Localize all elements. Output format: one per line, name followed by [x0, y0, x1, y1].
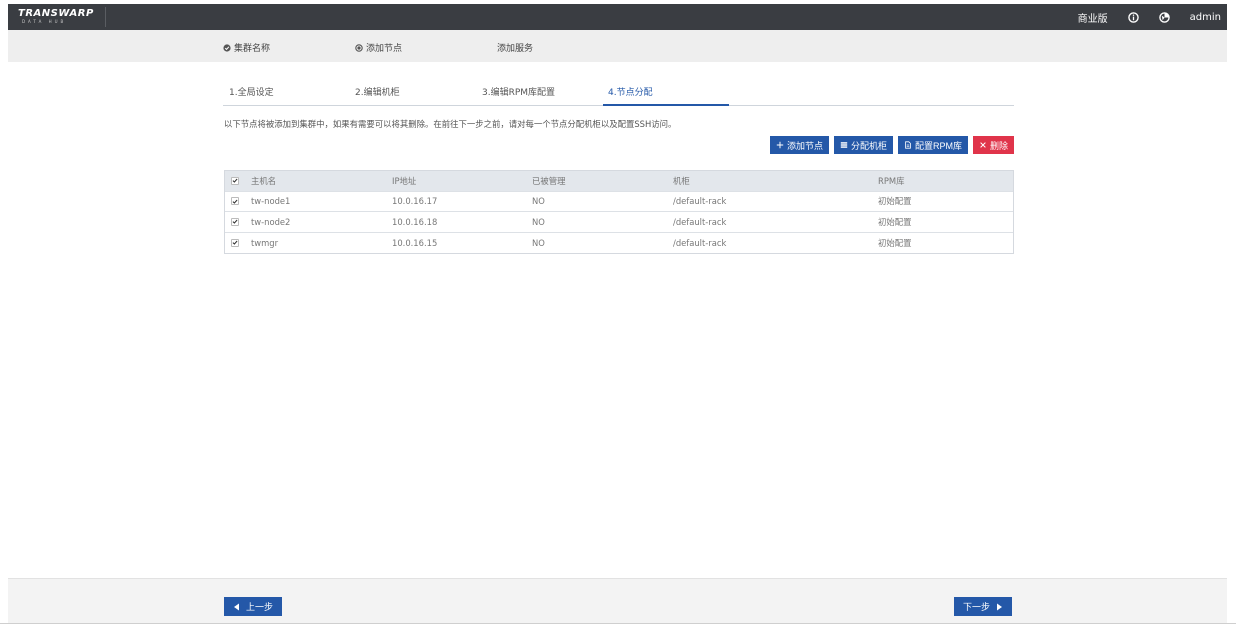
- table-actions: 添加节点 分配机柜 配置RPM库 删除: [769, 136, 1014, 154]
- node-table: 主机名 IP地址 已被管理 机柜 RPM库 tw-node1 10.0.16.1…: [224, 170, 1014, 254]
- step-label: 添加服务: [497, 44, 534, 54]
- prev-step-label: 上一步: [246, 602, 274, 612]
- cell-ip: 10.0.16.18: [392, 216, 438, 227]
- next-step-label: 下一步: [963, 602, 991, 612]
- header-rack[interactable]: 机柜: [673, 171, 690, 191]
- select-all-checkbox[interactable]: [231, 171, 239, 191]
- add-node-button[interactable]: 添加节点: [769, 136, 829, 154]
- cell-rack: /default-rack: [673, 237, 727, 248]
- cell-rack: /default-rack: [673, 216, 727, 227]
- assign-rack-label: 分配机柜: [850, 140, 887, 151]
- edition-label[interactable]: 商业版: [1078, 10, 1108, 25]
- assign-rack-button[interactable]: 分配机柜: [833, 136, 893, 154]
- caret-left-icon: [234, 603, 239, 610]
- navbar-right: 商业版 admin: [1058, 4, 1221, 30]
- table-row[interactable]: tw-node2 10.0.16.18 NO /default-rack 初始配…: [225, 212, 1013, 233]
- config-tabs: 1.全局设定 2.编辑机柜 3.编辑RPM库配置 4.节点分配: [223, 82, 1014, 106]
- cell-rpm: 初始配置: [878, 216, 912, 227]
- cell-managed: NO: [532, 196, 545, 207]
- brand-logo-text: TRANSWARP: [18, 8, 94, 19]
- window-bottom-border: [0, 623, 1236, 624]
- brand-logo[interactable]: TRANSWARP DATA HUB: [18, 8, 94, 25]
- cell-ip: 10.0.16.17: [392, 196, 438, 207]
- tab-node-assignment[interactable]: 4.节点分配: [608, 85, 653, 98]
- brand-logo-subtext: DATA HUB: [22, 19, 67, 24]
- tab-global-settings[interactable]: 1.全局设定: [229, 85, 274, 98]
- list-icon: [840, 142, 848, 148]
- check-circle-icon: [223, 43, 231, 52]
- delete-label: 删除: [989, 140, 1008, 151]
- checkmark-icon: [232, 199, 238, 204]
- instruction-text: 以下节点将被添加到集群中，如果有需要可以将其删除。在前往下一步之前，请对每一个节…: [224, 119, 677, 129]
- tab-edit-rpm[interactable]: 3.编辑RPM库配置: [482, 85, 555, 98]
- prev-step-button[interactable]: 上一步: [224, 597, 283, 616]
- step-label: 集群名称: [234, 44, 271, 54]
- add-node-label: 添加节点: [786, 140, 823, 151]
- config-rpm-button[interactable]: 配置RPM库: [897, 136, 968, 154]
- step-label: 添加节点: [366, 44, 403, 54]
- wizard-steps: 集群名称 添加节点 添加服务: [8, 30, 1227, 62]
- next-step-button[interactable]: 下一步: [954, 597, 1013, 616]
- cell-managed: NO: [532, 237, 545, 248]
- step-add-service: 添加服务: [497, 41, 533, 54]
- file-icon: [905, 141, 911, 149]
- delete-button[interactable]: 删除: [972, 136, 1014, 154]
- cell-managed: NO: [532, 216, 545, 227]
- row-checkbox[interactable]: [231, 233, 239, 254]
- wizard-footer: 上一步 下一步: [8, 579, 1227, 624]
- header-rpm[interactable]: RPM库: [878, 171, 904, 191]
- table-header-row: 主机名 IP地址 已被管理 机柜 RPM库: [225, 171, 1013, 192]
- header-hostname[interactable]: 主机名: [251, 171, 276, 191]
- config-rpm-label: 配置RPM库: [914, 140, 962, 151]
- plus-icon: [776, 141, 784, 149]
- checkmark-icon: [232, 178, 238, 183]
- header-ip[interactable]: IP地址: [392, 171, 416, 191]
- cell-ip: 10.0.16.15: [392, 237, 438, 248]
- cell-hostname: twmgr: [251, 237, 279, 248]
- active-tab-indicator: [603, 104, 729, 106]
- cell-rpm: 初始配置: [878, 237, 912, 248]
- globe-icon[interactable]: [1158, 11, 1170, 23]
- user-menu[interactable]: admin: [1190, 12, 1221, 23]
- tab-edit-rack[interactable]: 2.编辑机柜: [355, 85, 400, 98]
- info-icon[interactable]: [1127, 11, 1139, 23]
- cell-hostname: tw-node1: [251, 196, 291, 207]
- checkmark-icon: [232, 219, 238, 224]
- table-row[interactable]: twmgr 10.0.16.15 NO /default-rack 初始配置: [225, 233, 1013, 254]
- step-cluster-name: 集群名称: [223, 41, 270, 54]
- top-navbar: TRANSWARP DATA HUB 商业版 admin: [8, 4, 1227, 30]
- row-checkbox[interactable]: [231, 212, 239, 232]
- row-checkbox[interactable]: [231, 192, 239, 212]
- dot-circle-icon: [355, 43, 363, 52]
- cell-hostname: tw-node2: [251, 216, 291, 227]
- step-add-node: 添加节点: [355, 41, 402, 54]
- cell-rack: /default-rack: [673, 196, 727, 207]
- header-managed[interactable]: 已被管理: [532, 171, 566, 191]
- caret-right-icon: [997, 603, 1003, 610]
- app-window: TRANSWARP DATA HUB 商业版 admin 集群名称 添加节点 添…: [8, 4, 1227, 624]
- table-row[interactable]: tw-node1 10.0.16.17 NO /default-rack 初始配…: [225, 192, 1013, 212]
- close-icon: [980, 142, 986, 148]
- navbar-divider: [105, 7, 106, 27]
- checkmark-icon: [232, 240, 238, 245]
- cell-rpm: 初始配置: [878, 196, 912, 207]
